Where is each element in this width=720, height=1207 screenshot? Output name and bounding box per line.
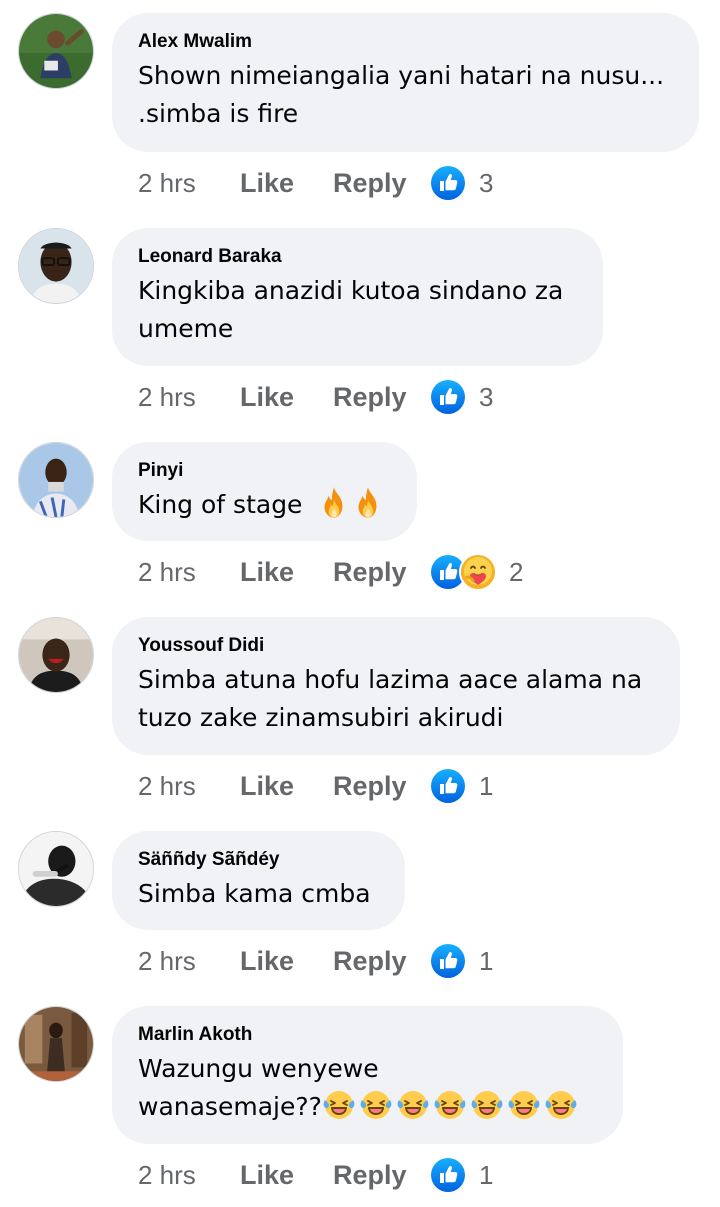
avatar[interactable] bbox=[18, 617, 94, 693]
reaction-count: 3 bbox=[479, 167, 494, 198]
laughing-tears-emoji bbox=[322, 1088, 356, 1122]
laughing-tears-emoji bbox=[544, 1088, 578, 1122]
comment-text-line: Simba atuna hofu lazima aace alama na bbox=[138, 665, 643, 694]
comment-text: Simba kama cmba bbox=[138, 875, 379, 913]
like-button[interactable]: Like bbox=[240, 946, 333, 977]
avatar[interactable] bbox=[18, 228, 94, 304]
comment-bubble[interactable]: Pinyi King of stage bbox=[112, 442, 417, 541]
comment-actions: 2 hrs Like Reply 3 bbox=[138, 163, 493, 203]
reaction-count: 2 bbox=[509, 556, 524, 587]
comment-text-line: .simba is fire bbox=[138, 99, 299, 128]
comment-text: King of stage bbox=[138, 486, 391, 524]
like-button[interactable]: Like bbox=[240, 1160, 333, 1191]
avatar[interactable] bbox=[18, 13, 94, 89]
comment-text-line: Wazungu wenyewe bbox=[138, 1054, 379, 1083]
comment-timestamp[interactable]: 2 hrs bbox=[138, 946, 240, 977]
like-button[interactable]: Like bbox=[240, 168, 333, 199]
comment-text: Shown nimeiangalia yani hatari na nusu..… bbox=[138, 57, 673, 133]
like-icon bbox=[429, 942, 467, 980]
avatar-photo bbox=[19, 1007, 93, 1081]
comment-bubble[interactable]: Leonard Baraka Kingkiba anazidi kutoa si… bbox=[112, 228, 603, 366]
avatar[interactable] bbox=[18, 442, 94, 518]
like-icon bbox=[429, 767, 467, 805]
like-icon bbox=[429, 378, 467, 416]
reaction-count: 1 bbox=[479, 1159, 494, 1190]
laughing-tears-emoji bbox=[396, 1088, 430, 1122]
comment-text-line-wrap: wanasemaje?? bbox=[138, 1088, 597, 1126]
reply-button[interactable]: Reply bbox=[333, 557, 429, 588]
fire-emoji bbox=[316, 485, 352, 521]
laughing-tears-emoji bbox=[470, 1088, 504, 1122]
laughing-tears-emoji bbox=[507, 1088, 541, 1122]
comment-text-line: wanasemaje?? bbox=[138, 1092, 322, 1121]
avatar-photo bbox=[19, 229, 93, 303]
like-button[interactable]: Like bbox=[240, 771, 333, 802]
reply-button[interactable]: Reply bbox=[333, 168, 429, 199]
comment-actions: 2 hrs Like Reply 1 bbox=[138, 766, 493, 806]
avatar[interactable] bbox=[18, 831, 94, 907]
reaction-count: 1 bbox=[479, 945, 494, 976]
comment-bubble[interactable]: Alex Mwalim Shown nimeiangalia yani hata… bbox=[112, 13, 699, 152]
reply-button[interactable]: Reply bbox=[333, 771, 429, 802]
reaction-count: 3 bbox=[479, 381, 494, 412]
reply-button[interactable]: Reply bbox=[333, 946, 429, 977]
comment-text-line: Simba kama cmba bbox=[138, 879, 371, 908]
comment-author[interactable]: Youssouf Didi bbox=[138, 634, 654, 658]
reaction-summary[interactable]: 3 bbox=[429, 378, 493, 416]
comment-author[interactable]: Pinyi bbox=[138, 459, 391, 483]
avatar-photo bbox=[19, 618, 93, 692]
like-button[interactable]: Like bbox=[240, 557, 333, 588]
reply-button[interactable]: Reply bbox=[333, 382, 429, 413]
comment-timestamp[interactable]: 2 hrs bbox=[138, 168, 240, 199]
reaction-summary[interactable]: 1 bbox=[429, 767, 493, 805]
fire-emoji bbox=[350, 485, 386, 521]
avatar-photo bbox=[19, 443, 93, 517]
comment-author[interactable]: Alex Mwalim bbox=[138, 30, 673, 54]
comment-timestamp[interactable]: 2 hrs bbox=[138, 1160, 240, 1191]
laughing-tears-emoji bbox=[433, 1088, 467, 1122]
reaction-summary[interactable]: 1 bbox=[429, 1156, 493, 1194]
comment-text-line: tuzo zake zinamsubiri akirudi bbox=[138, 703, 504, 732]
reply-button[interactable]: Reply bbox=[333, 1160, 429, 1191]
comment-actions: 2 hrs Like Reply 1 bbox=[138, 941, 493, 981]
comment-text: Wazungu wenyewe wanasemaje?? bbox=[138, 1050, 597, 1126]
comment-text-line: Shown nimeiangalia yani hatari na nusu..… bbox=[138, 61, 665, 90]
comment-timestamp[interactable]: 2 hrs bbox=[138, 771, 240, 802]
reaction-count: 1 bbox=[479, 770, 494, 801]
comment-author[interactable]: Marlin Akoth bbox=[138, 1023, 597, 1047]
comment-actions: 2 hrs Like Reply 3 bbox=[138, 377, 493, 417]
laughing-tears-emoji bbox=[359, 1088, 393, 1122]
reaction-summary[interactable]: 3 bbox=[429, 164, 493, 202]
like-icon bbox=[429, 164, 467, 202]
comment-actions: 2 hrs Like Reply 1 bbox=[138, 1155, 493, 1195]
avatar-photo bbox=[19, 832, 93, 906]
reaction-summary[interactable]: 2 bbox=[429, 553, 523, 591]
comment-text: Simba atuna hofu lazima aace alama na tu… bbox=[138, 661, 654, 737]
comment-bubble[interactable]: Youssouf Didi Simba atuna hofu lazima aa… bbox=[112, 617, 680, 755]
like-icon bbox=[429, 1156, 467, 1194]
comment-timestamp[interactable]: 2 hrs bbox=[138, 382, 240, 413]
care-icon bbox=[459, 553, 497, 591]
avatar[interactable] bbox=[18, 1006, 94, 1082]
comment-author[interactable]: Leonard Baraka bbox=[138, 245, 577, 269]
comment-text-line: King of stage bbox=[138, 490, 303, 519]
like-button[interactable]: Like bbox=[240, 382, 333, 413]
comment-text-line: Kingkiba anazidi kutoa sindano za bbox=[138, 276, 564, 305]
comment-bubble[interactable]: Marlin Akoth Wazungu wenyewe wanasemaje?… bbox=[112, 1006, 623, 1144]
avatar-photo bbox=[19, 14, 93, 88]
comment-author[interactable]: Säññdy Sãñdéy bbox=[138, 848, 379, 872]
comment-actions: 2 hrs Like Reply 2 bbox=[138, 552, 523, 592]
comment-text-line: umeme bbox=[138, 314, 234, 343]
comment-timestamp[interactable]: 2 hrs bbox=[138, 557, 240, 588]
comment-bubble[interactable]: Säññdy Sãñdéy Simba kama cmba bbox=[112, 831, 405, 930]
comment-text: Kingkiba anazidi kutoa sindano za umeme bbox=[138, 272, 577, 348]
reaction-summary[interactable]: 1 bbox=[429, 942, 493, 980]
